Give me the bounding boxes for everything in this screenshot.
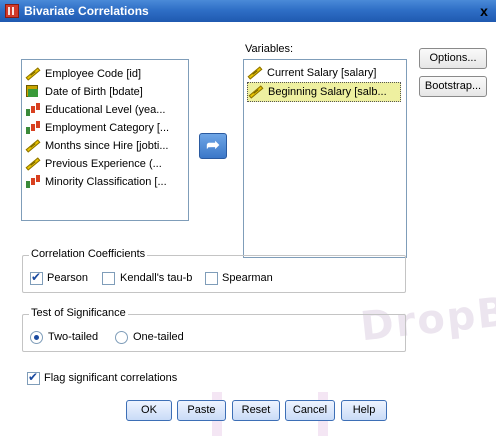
list-item[interactable]: Minority Classification [... [25,173,167,191]
date-icon [25,84,41,98]
variables-list[interactable]: Current Salary [salary] Beginning Salary… [243,59,407,258]
paste-button[interactable]: Paste [177,400,226,421]
two-tailed-label: Two-tailed [48,331,99,343]
source-variable-list[interactable]: Employee Code [id] Date of Birth [bdate]… [21,59,189,221]
kendall-checkbox[interactable] [102,272,115,285]
variables-label: Variables: [245,43,294,55]
spearman-checkbox[interactable] [205,272,218,285]
scale-icon [25,156,41,170]
scale-icon [25,138,41,152]
pearson-checkbox[interactable] [30,270,43,285]
list-item[interactable]: Current Salary [salary] [247,64,399,82]
one-tailed-label: One-tailed [133,331,184,343]
list-item-selected[interactable]: Beginning Salary [salb... [247,82,401,102]
one-tailed-radio[interactable] [115,331,128,344]
list-item[interactable]: Employment Category [... [25,119,169,137]
window-title: Bivariate Correlations [24,4,149,18]
list-item-label: Months since Hire [jobti... [45,140,169,152]
two-tailed-radio[interactable] [30,331,43,344]
list-item-label: Employment Category [... [45,122,170,134]
cancel-button[interactable]: Cancel [285,400,335,421]
list-item[interactable]: Previous Experience (... [25,155,162,173]
scale-icon [248,84,264,98]
list-item-label: Educational Level (yea... [45,104,166,116]
group-title: Correlation Coefficients [29,248,148,260]
bootstrap-button[interactable]: Bootstrap... [419,76,487,97]
options-button[interactable]: Options... [419,48,487,69]
help-button[interactable]: Help [341,400,387,421]
ok-button[interactable]: OK [126,400,172,421]
list-item-label: Date of Birth [bdate] [45,86,143,98]
flag-significant-label: Flag significant correlations [44,372,178,384]
list-item[interactable]: Months since Hire [jobti... [25,137,169,155]
list-item-label: Beginning Salary [salb... [268,86,387,98]
scale-icon [247,65,263,79]
pearson-label: Pearson [47,272,88,284]
flag-significant-checkbox[interactable] [27,370,40,385]
list-item[interactable]: Employee Code [id] [25,65,141,83]
list-item-label: Previous Experience (... [45,158,162,170]
close-button[interactable]: x [476,3,492,19]
dialog-body: DropBook Employee Code [id] Date of Birt… [0,22,496,436]
kendall-label: Kendall's tau-b [120,272,193,284]
bar-icon [25,174,41,188]
app-icon [5,4,19,18]
bar-icon [25,120,41,134]
list-item-label: Current Salary [salary] [267,67,377,79]
list-item-label: Employee Code [id] [45,68,141,80]
spearman-label: Spearman [222,272,273,284]
list-item[interactable]: Date of Birth [bdate] [25,83,143,101]
scale-icon [25,66,41,80]
group-title: Test of Significance [29,307,128,319]
list-item-label: Minority Classification [... [45,176,167,188]
bar-icon [25,102,41,116]
list-item[interactable]: Educational Level (yea... [25,101,165,119]
move-variable-button[interactable]: ➦ [199,133,227,159]
reset-button[interactable]: Reset [232,400,280,421]
title-bar: Bivariate Correlations x [0,0,496,22]
